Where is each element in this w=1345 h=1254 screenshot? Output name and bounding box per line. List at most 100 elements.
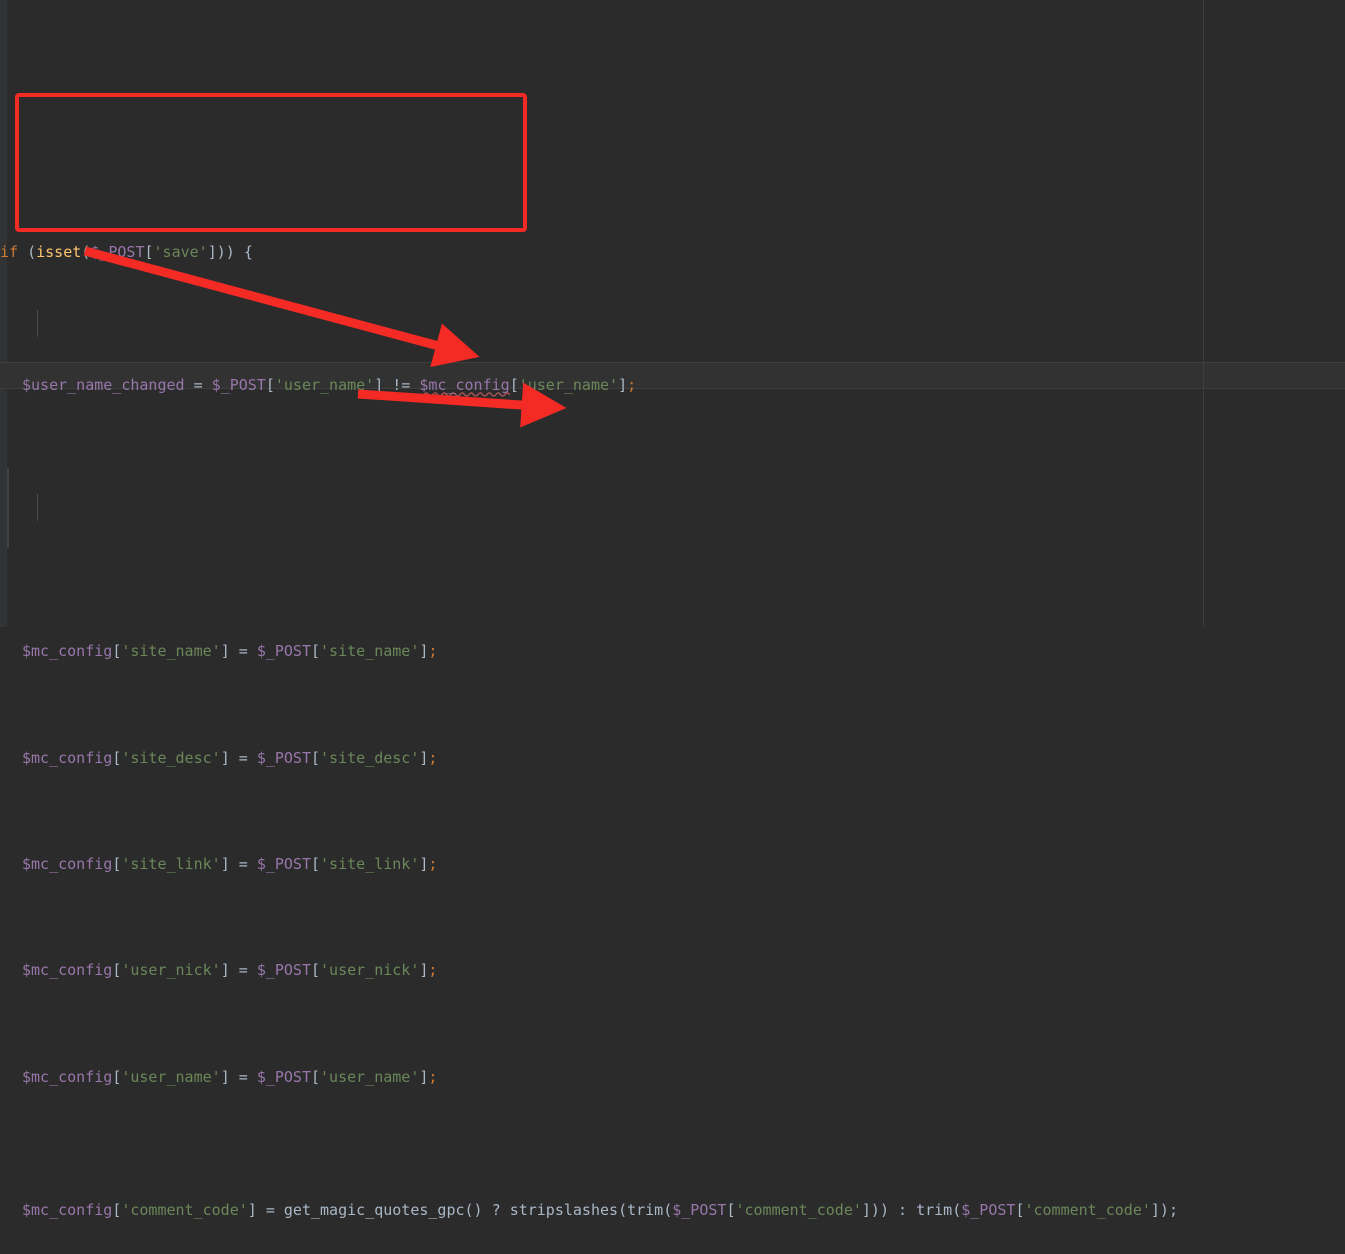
code-line[interactable]: $mc_config['site_link'] = $_POST['site_l… — [0, 851, 1345, 878]
token-var-post: $_POST — [256, 748, 311, 767]
token-punct: ( — [81, 243, 91, 262]
token-var-mc-config: $mc_config — [22, 642, 113, 661]
token-var-user-name-changed: $user_name_changed — [22, 376, 185, 395]
token-punct: ]) — [861, 1200, 880, 1219]
token-semicolon: ; — [428, 961, 438, 980]
code-line[interactable] — [0, 106, 1345, 133]
token-string-key: 'comment_code' — [735, 1200, 862, 1219]
indent-guide — [37, 494, 38, 521]
token-punct: [ — [144, 243, 154, 262]
token-punct: ( — [618, 1200, 628, 1219]
token-string-key: 'site_name' — [121, 642, 221, 661]
token-punct: [ — [509, 376, 519, 395]
token-punct: ] — [419, 961, 429, 980]
code-line[interactable]: $mc_config['site_desc'] = $_POST['site_d… — [0, 745, 1345, 772]
token-punct: ] = — [220, 642, 257, 661]
code-line[interactable]: $mc_config['comment_code'] = get_magic_q… — [0, 1197, 1345, 1224]
token-var-mc-config: $mc_config — [22, 855, 113, 873]
token-punct: [ — [311, 748, 321, 767]
token-op: != — [383, 376, 420, 395]
token-var-mc-config: $mc_config — [22, 1067, 113, 1086]
indent-guide — [37, 310, 38, 337]
token-punct: ( — [952, 1200, 962, 1219]
token-string-key: 'site_desc' — [121, 748, 221, 767]
token-punct: ] = — [220, 748, 257, 767]
token-punct: () ? — [464, 1200, 510, 1219]
token-var-post: $_POST — [90, 243, 145, 262]
code-line[interactable]: $mc_config['site_name'] = $_POST['site_n… — [0, 638, 1345, 665]
token-var-post: $_POST — [211, 376, 266, 395]
token-op: = — [184, 376, 212, 395]
token-punct: [ — [1015, 1200, 1025, 1219]
token-punct: )) { — [216, 243, 253, 262]
code-line[interactable]: $user_name_changed = $_POST['user_name']… — [0, 372, 1345, 399]
code-line[interactable] — [0, 505, 1345, 532]
token-fn-trim: trim — [916, 1200, 953, 1219]
token-punct: [ — [726, 1200, 736, 1219]
token-string-key: 'site_desc' — [320, 748, 420, 767]
token-string-key: 'site_name' — [320, 642, 420, 661]
token-keyword-if: if — [0, 243, 19, 262]
token-string-key: 'user_nick' — [320, 961, 420, 980]
token-punct: ] — [419, 855, 429, 873]
token-var-post: $_POST — [961, 1200, 1016, 1219]
token-punct: ( — [663, 1200, 673, 1219]
token-fn-trim: trim — [627, 1200, 664, 1219]
token-punct: [ — [112, 855, 122, 873]
token-string-key: 'site_link' — [320, 855, 420, 873]
token-var-mc-config: $mc_config — [22, 961, 113, 980]
token-var-mc-config: $mc_config — [22, 1200, 113, 1219]
token-punct: ( — [18, 243, 37, 262]
code-editor[interactable]: if (isset($_POST['save'])) { $user_name_… — [0, 0, 1345, 1219]
token-string-key: 'comment_code' — [1024, 1200, 1151, 1219]
token-string: 'user_name' — [274, 376, 375, 395]
token-punct: ] — [419, 642, 429, 661]
token-semicolon: ; — [428, 748, 438, 767]
token-punct: ] = — [220, 1067, 257, 1086]
token-punct: [ — [112, 1200, 122, 1219]
token-punct: ] — [419, 1067, 429, 1086]
token-var-post: $_POST — [256, 642, 311, 661]
token-string: 'save' — [153, 243, 208, 262]
token-var-mc-config: $mc_config — [22, 748, 113, 767]
code-content[interactable]: if (isset($_POST['save'])) { $user_name_… — [0, 0, 1345, 1218]
token-var-post: $_POST — [256, 1067, 311, 1086]
token-punct: ]); — [1150, 1200, 1178, 1219]
token-punct: [ — [112, 642, 122, 661]
code-line[interactable]: $mc_config['user_nick'] = $_POST['user_n… — [0, 957, 1345, 984]
token-op: = — [256, 1200, 284, 1219]
token-punct: [ — [311, 855, 321, 873]
token-var-post: $_POST — [256, 961, 311, 980]
token-semicolon: ; — [627, 376, 637, 395]
token-punct: [ — [265, 376, 275, 395]
token-string-key: 'user_name' — [121, 1067, 221, 1086]
token-string-key: 'user_name' — [320, 1067, 420, 1086]
token-var-mc-config: $mc_config — [419, 376, 510, 395]
code-line[interactable]: if (isset($_POST['save'])) { — [0, 239, 1345, 266]
token-string-key: 'user_nick' — [121, 961, 221, 980]
token-semicolon: ; — [428, 855, 438, 873]
token-punct: ] — [419, 748, 429, 767]
token-punct: [ — [112, 748, 122, 767]
token-semicolon: ; — [428, 1067, 438, 1086]
code-line[interactable]: $mc_config['user_name'] = $_POST['user_n… — [0, 1064, 1345, 1091]
token-punct: ] = — [220, 961, 257, 980]
token-punct: ] — [207, 243, 217, 262]
token-fn-magic-quotes: get_magic_quotes_gpc — [283, 1200, 465, 1219]
token-punct: [ — [112, 1067, 122, 1086]
token-punct: ] — [247, 1200, 257, 1219]
token-punct: ] = — [220, 855, 257, 873]
token-var-post: $_POST — [672, 1200, 727, 1219]
token-string: 'user_name' — [518, 376, 619, 395]
token-punct: [ — [311, 1067, 321, 1086]
token-punct: [ — [112, 961, 122, 980]
token-punct: [ — [311, 642, 321, 661]
token-punct: ] — [374, 376, 384, 395]
token-string-key: 'comment_code' — [121, 1200, 248, 1219]
token-fn-stripslashes: stripslashes — [509, 1200, 619, 1219]
token-punct: ) : — [879, 1200, 917, 1219]
token-punct: ] — [618, 376, 628, 395]
token-string-key: 'site_link' — [121, 855, 221, 873]
token-semicolon: ; — [428, 642, 438, 661]
token-fn-isset: isset — [36, 243, 82, 262]
